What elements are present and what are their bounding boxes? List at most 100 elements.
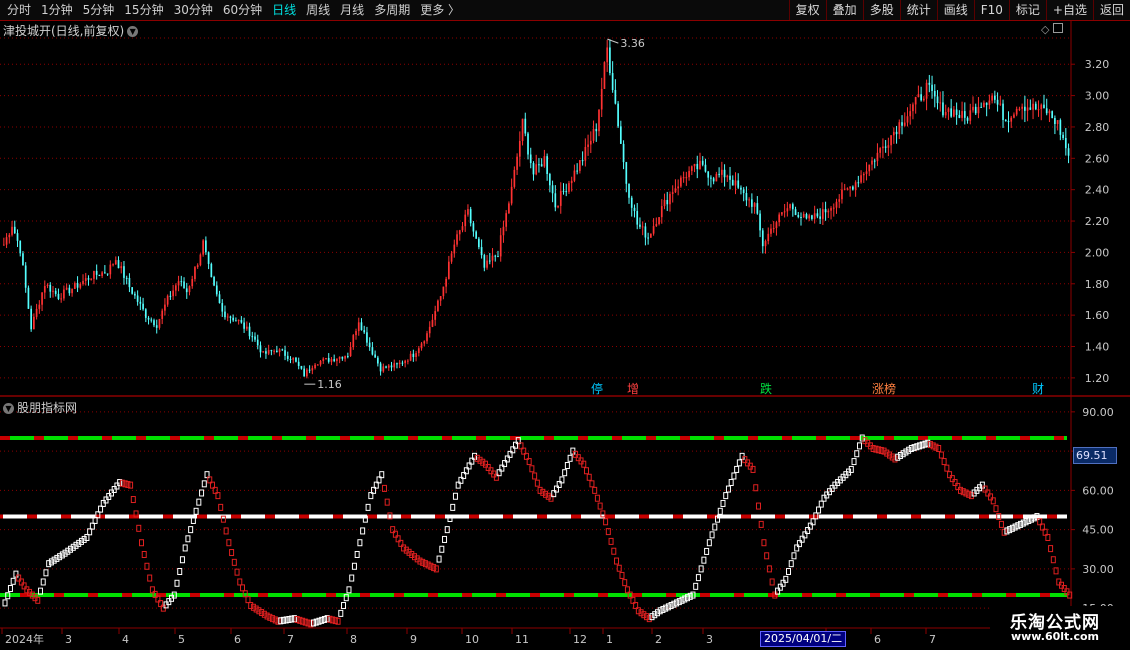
indicator-step <box>608 537 614 545</box>
candle-body <box>748 199 750 201</box>
candle-body <box>398 362 401 365</box>
candle-body <box>210 263 213 277</box>
indicator-panel-title[interactable]: ▼ 股朋指标网 <box>3 399 77 416</box>
candle-body <box>734 180 737 186</box>
candle-body <box>923 98 925 101</box>
indicator-step <box>988 493 994 501</box>
candle-body <box>914 97 917 105</box>
candle-body <box>524 118 527 134</box>
gear-icon[interactable] <box>1052 23 1063 33</box>
candle-body <box>254 336 256 340</box>
price-tick-label: 2.60 <box>1085 152 1110 165</box>
indicator-step <box>952 479 958 487</box>
indicator-step <box>7 585 13 593</box>
candle-body <box>696 163 699 170</box>
candle-body <box>417 348 420 354</box>
candle-body <box>1015 108 1018 115</box>
candle-body <box>1013 114 1015 118</box>
candle-body <box>516 156 518 170</box>
candle-body <box>131 287 134 294</box>
chevron-down-icon[interactable]: ▼ <box>3 403 14 414</box>
candle-body <box>742 189 745 194</box>
indicator-tick-label: 30.00 <box>1082 563 1114 576</box>
indicator-step <box>783 575 789 583</box>
indicator-step <box>649 613 655 621</box>
candle-body <box>407 360 409 362</box>
indicator-step <box>941 458 947 466</box>
candle-body <box>630 197 633 208</box>
candle-body <box>322 358 325 361</box>
indicator-step <box>149 586 155 594</box>
indicator-step <box>712 523 718 531</box>
candle-body <box>1026 107 1029 111</box>
indicator-step <box>51 556 57 564</box>
indicator-step <box>799 535 805 543</box>
indicator-step <box>796 540 802 548</box>
candle-body <box>82 280 84 284</box>
candle-body <box>352 335 355 348</box>
candle-body <box>650 233 652 238</box>
indicator-series <box>2 434 1073 628</box>
stock-title: 津投城开(日线,前复权) <box>3 24 125 38</box>
candle-body <box>953 109 955 117</box>
indicator-step <box>218 503 224 511</box>
candle-body <box>142 303 144 310</box>
candle-body <box>606 47 609 63</box>
candle-body <box>35 308 38 317</box>
candle-body <box>873 160 876 162</box>
candle-body <box>690 166 693 171</box>
candle-body <box>60 298 63 300</box>
candle-body <box>281 349 284 351</box>
candle-body <box>357 322 360 332</box>
indicator-step <box>341 602 347 610</box>
indicator-step <box>532 472 538 480</box>
candle-body <box>153 320 155 326</box>
min-price-label: 1.16 <box>317 378 342 391</box>
indicator-step <box>725 485 731 493</box>
candle-body <box>3 244 5 246</box>
candle-body <box>737 180 740 188</box>
candle-body <box>292 357 295 360</box>
indicator-step <box>57 553 63 561</box>
kline-chart[interactable]: 3.20 3.00 2.80 2.60 2.40 2.20 2.00 1.80 1.60 1.40… <box>0 0 1130 650</box>
indicator-step <box>21 582 27 590</box>
indicator-step <box>84 533 90 541</box>
indicator-step <box>365 503 371 511</box>
indicator-step <box>717 507 723 515</box>
indicator-step <box>562 469 568 477</box>
candle-body <box>778 214 781 223</box>
candle-body <box>693 163 696 167</box>
candle-body <box>592 128 595 141</box>
candle-body <box>892 131 895 136</box>
candle-body <box>475 231 477 239</box>
indicator-step <box>507 450 513 458</box>
candle-body <box>415 353 417 358</box>
indicator-step <box>136 524 142 532</box>
candle-body <box>155 325 158 328</box>
main-panel-title[interactable]: 津投城开(日线,前复权) ▼ <box>3 22 139 39</box>
indicator-step <box>357 539 363 547</box>
candle-body <box>273 350 275 352</box>
candle-body <box>497 256 499 258</box>
candle-body <box>114 260 117 265</box>
candle-body <box>895 131 898 135</box>
indicator-step <box>611 547 617 555</box>
candle-body <box>1056 120 1059 124</box>
indicator-step <box>755 502 761 510</box>
indicator-step <box>338 609 344 617</box>
indicator-step <box>450 503 456 511</box>
candle-body <box>161 310 164 319</box>
chevron-down-icon[interactable]: ▼ <box>127 26 139 37</box>
candle-body <box>712 178 715 182</box>
diamond-icon[interactable]: ◇ <box>1041 23 1049 36</box>
candle-body <box>188 286 191 293</box>
indicator-step <box>480 458 486 466</box>
candle-body <box>1045 108 1048 114</box>
candle-body <box>377 357 379 364</box>
candle-body <box>445 278 447 287</box>
candle-body <box>458 230 461 235</box>
candle-body <box>19 240 22 254</box>
candle-body <box>600 88 603 110</box>
candle-body <box>396 363 398 365</box>
indicator-step <box>46 560 52 568</box>
